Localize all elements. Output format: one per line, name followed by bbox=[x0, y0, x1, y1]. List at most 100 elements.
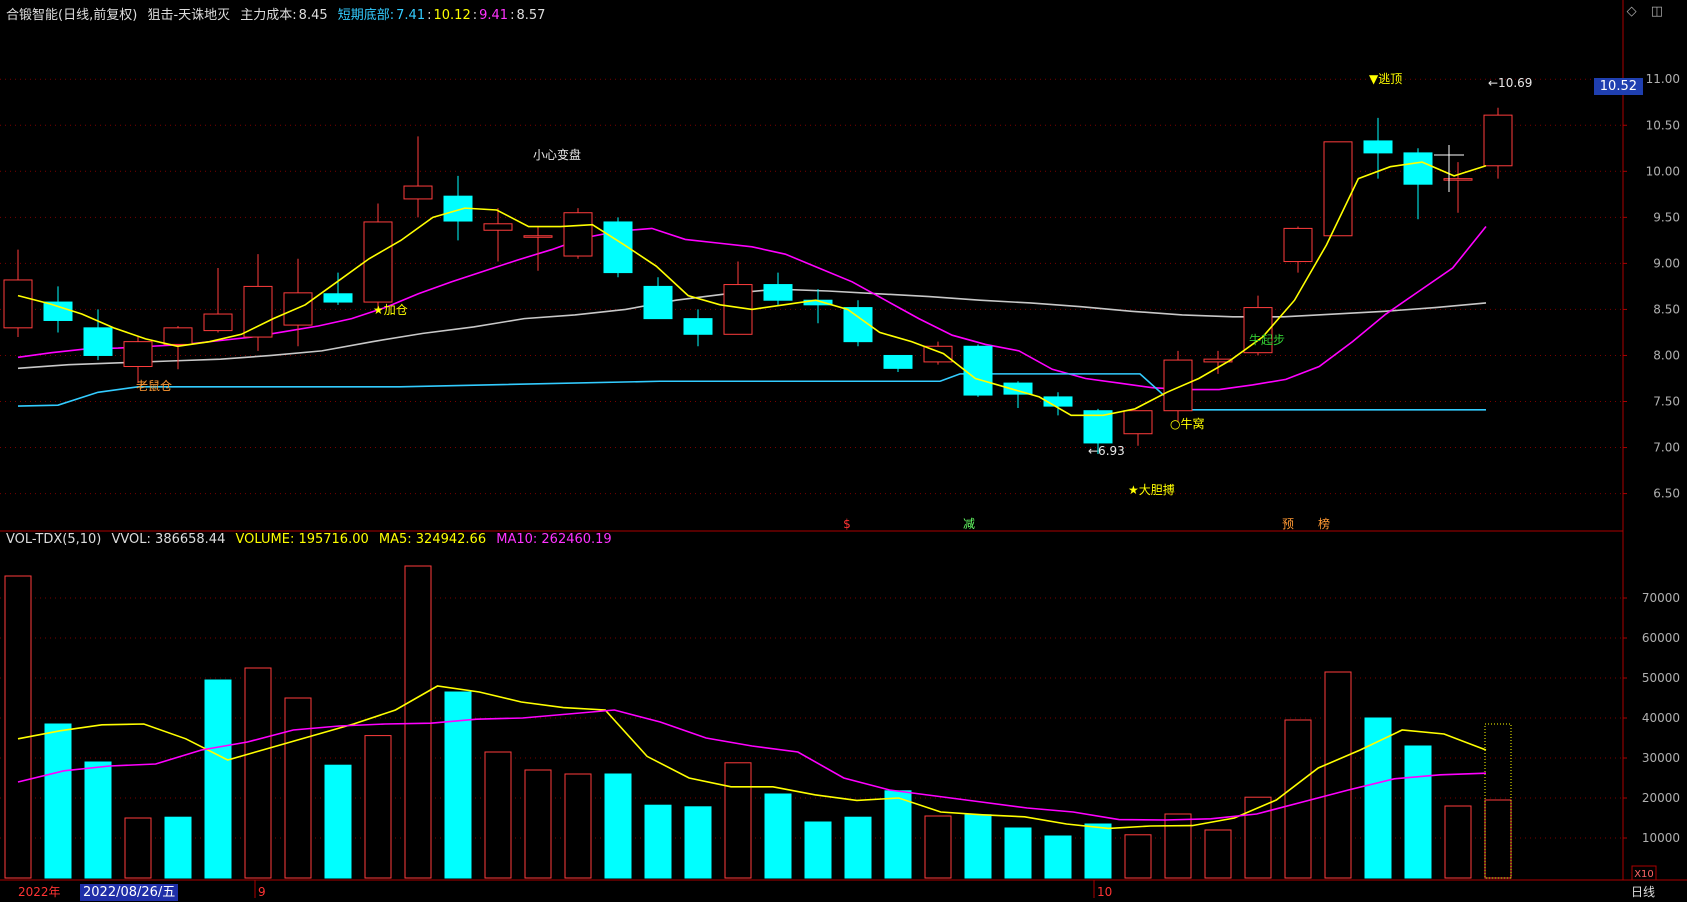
candle-body bbox=[3, 279, 33, 329]
period-label: 日线 bbox=[1631, 885, 1655, 899]
price-annotation: ←10.69 bbox=[1488, 76, 1532, 90]
candle-body bbox=[243, 285, 273, 338]
support-line bbox=[17, 373, 1486, 411]
volume-bar bbox=[564, 773, 592, 879]
price-annotation: ○牛窝 bbox=[1170, 416, 1204, 431]
volume-bar bbox=[1404, 745, 1432, 879]
chart-window: 合锻智能(日线,前复权) 狙击-天诛地灭 主力成本: 8.45 短期底部: 7.41… bbox=[0, 0, 1687, 902]
volume-bar bbox=[964, 814, 992, 879]
volume-bar bbox=[364, 735, 392, 879]
volume-bar bbox=[44, 723, 72, 879]
volume-bar bbox=[284, 697, 312, 879]
price-tick-label: 7.00 bbox=[1653, 441, 1680, 455]
zoom-badge: X10 bbox=[1634, 869, 1654, 880]
volume-bar bbox=[604, 773, 632, 879]
candle-body bbox=[1283, 227, 1313, 263]
candle-body bbox=[403, 185, 433, 200]
volume-bar bbox=[1244, 796, 1272, 879]
x-axis-label: 2022年 bbox=[18, 885, 61, 899]
volume-bar bbox=[1164, 813, 1192, 879]
price-tick-label: 7.50 bbox=[1653, 395, 1680, 409]
candle-body bbox=[643, 285, 673, 320]
volume-bar bbox=[684, 806, 712, 879]
volume-tick-label: 50000 bbox=[1642, 671, 1680, 685]
x-axis-label: 9 bbox=[258, 885, 266, 899]
price-tick-label: 10.00 bbox=[1646, 164, 1680, 178]
candle-body bbox=[1483, 114, 1513, 167]
volume-bar bbox=[1044, 835, 1072, 879]
x-axis-label: 10 bbox=[1097, 885, 1112, 899]
price-tick-label: 9.50 bbox=[1653, 210, 1680, 224]
candle-body bbox=[323, 293, 353, 303]
candle-body bbox=[283, 292, 313, 326]
chart-canvas[interactable]: 11.00 10.50 10.00 9.50 9.00 8.50 8.00 7.50 7.00 6… bbox=[0, 0, 1687, 902]
volume-bar bbox=[1124, 834, 1152, 879]
volume-bar bbox=[124, 817, 152, 879]
candle-body bbox=[1403, 152, 1433, 185]
volume-bar bbox=[924, 815, 952, 879]
volume-bar bbox=[804, 821, 832, 879]
volume-tick-label: 40000 bbox=[1642, 711, 1680, 725]
volume-bar bbox=[1204, 829, 1232, 879]
price-tick-label: 8.50 bbox=[1653, 302, 1680, 316]
volume-bar bbox=[764, 793, 792, 879]
candle-body bbox=[563, 212, 593, 257]
candle-body bbox=[123, 341, 153, 368]
volume-tick-label: 60000 bbox=[1642, 631, 1680, 645]
candle-body bbox=[483, 223, 513, 231]
volume-bar bbox=[1084, 823, 1112, 879]
volume-bar bbox=[644, 804, 672, 879]
candle-body bbox=[683, 318, 713, 335]
current-price-badge: 10.52 bbox=[1593, 78, 1643, 95]
volume-bar bbox=[324, 764, 352, 879]
candle-body bbox=[763, 284, 793, 301]
signal-marker: 减 bbox=[963, 517, 975, 531]
price-annotation: ←6.93 bbox=[1088, 444, 1125, 458]
signal-marker: 榜 bbox=[1318, 516, 1330, 531]
candle-body bbox=[1123, 410, 1153, 435]
volume-bar bbox=[884, 790, 912, 879]
volume-tick-label: 10000 bbox=[1642, 831, 1680, 845]
price-tick-label: 9.00 bbox=[1653, 256, 1680, 270]
candle-body bbox=[83, 327, 113, 356]
price-tick-label: 8.00 bbox=[1653, 348, 1680, 362]
volume-bar bbox=[724, 762, 752, 879]
volume-bar bbox=[244, 667, 272, 879]
candle-body bbox=[163, 327, 193, 345]
candle-body bbox=[523, 235, 553, 238]
price-annotation: ▼逃顶 bbox=[1369, 72, 1402, 86]
price-annotation: 小心变盘 bbox=[533, 147, 581, 162]
candle-body bbox=[203, 313, 233, 332]
volume-bar bbox=[4, 575, 32, 879]
volume-bar bbox=[1284, 719, 1312, 879]
price-annotation: ★大胆搏 bbox=[1128, 483, 1175, 497]
candle-body bbox=[1363, 140, 1393, 154]
price-tick-label: 11.00 bbox=[1646, 72, 1680, 86]
volume-bar bbox=[204, 679, 232, 879]
candle-body bbox=[1443, 178, 1473, 181]
price-annotation: 牛起步 bbox=[1249, 332, 1285, 347]
price-annotation: 老鼠仓 bbox=[136, 379, 172, 393]
price-tick-label: 10.50 bbox=[1646, 118, 1680, 132]
volume-bar bbox=[1324, 671, 1352, 879]
volume-bar bbox=[524, 769, 552, 879]
cursor-date-badge: 2022/08/26/五 bbox=[80, 884, 179, 901]
candle-body bbox=[883, 354, 913, 369]
volume-bar bbox=[1444, 805, 1472, 879]
candle-body bbox=[1163, 359, 1193, 412]
price-tick-label: 6.50 bbox=[1653, 487, 1680, 501]
volume-tick-label: 30000 bbox=[1642, 751, 1680, 765]
signal-marker: $ bbox=[843, 517, 851, 531]
volume-tick-label: 70000 bbox=[1642, 591, 1680, 605]
volume-bar bbox=[404, 565, 432, 879]
volume-bar bbox=[1484, 799, 1512, 879]
volume-bar bbox=[164, 816, 192, 879]
volume-bar bbox=[84, 761, 112, 879]
volume-bar bbox=[1004, 827, 1032, 879]
volume-bar bbox=[844, 816, 872, 879]
candle-body bbox=[363, 221, 393, 303]
signal-marker: 预 bbox=[1282, 517, 1294, 531]
candle-body bbox=[43, 301, 73, 321]
volume-tick-label: 20000 bbox=[1642, 791, 1680, 805]
candle-body bbox=[963, 345, 993, 396]
